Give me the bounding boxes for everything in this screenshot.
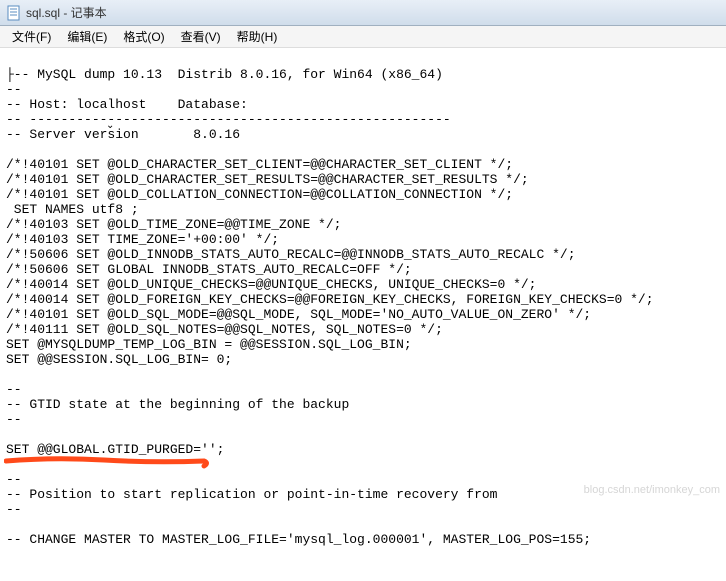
watermark-text: blog.csdn.net/imonkey_com <box>584 484 720 496</box>
notepad-icon <box>6 5 22 21</box>
line: /*!40111 SET @OLD_SQL_NOTES=@@SQL_NOTES,… <box>6 322 443 337</box>
line: -- <box>6 502 22 517</box>
line: /*!40101 SET @OLD_COLLATION_CONNECTION=@… <box>6 187 513 202</box>
menu-view[interactable]: 查看(V) <box>173 26 229 47</box>
menu-file[interactable]: 文件(F) <box>4 26 59 47</box>
line: SET @@GLOBAL.GTID_PURGED=''; <box>6 442 224 457</box>
line: -- Host: localhost Database: <box>6 97 248 112</box>
line: /*!40103 SET @OLD_TIME_ZONE=@@TIME_ZONE … <box>6 217 341 232</box>
line: /*!40101 SET @OLD_SQL_MODE=@@SQL_MODE, S… <box>6 307 591 322</box>
menu-bar: 文件(F) 编辑(E) 格式(O) 查看(V) 帮助(H) <box>0 26 726 48</box>
line: /*!50606 SET @OLD_INNODB_STATS_AUTO_RECA… <box>6 247 576 262</box>
line: /*!40101 SET @OLD_CHARACTER_SET_CLIENT=@… <box>6 157 513 172</box>
line: SET NAMES utf8 ; <box>6 202 139 217</box>
line: /*!40014 SET @OLD_UNIQUE_CHECKS=@@UNIQUE… <box>6 277 537 292</box>
line: /*!40101 SET @OLD_CHARACTER_SET_RESULTS=… <box>6 172 529 187</box>
menu-help[interactable]: 帮助(H) <box>229 26 286 47</box>
line: -- <box>6 472 22 487</box>
window-title: sql.sql - 记事本 <box>26 4 107 21</box>
line: -- -------------------------------------… <box>6 112 451 127</box>
line: /*!40103 SET TIME_ZONE='+00:00' */; <box>6 232 279 247</box>
line: -- GTID state at the beginning of the ba… <box>6 397 349 412</box>
line: -- <box>6 82 22 97</box>
text-editor-content[interactable]: ├-- MySQL dump 10.13 Distrib 8.0.16, for… <box>0 48 726 581</box>
line: -- Server version 8.0.16 <box>6 127 240 142</box>
window-titlebar: sql.sql - 记事本 <box>0 0 726 26</box>
line: -- CHANGE MASTER TO MASTER_LOG_FILE='mys… <box>6 532 591 547</box>
menu-edit[interactable]: 编辑(E) <box>59 26 115 47</box>
annotation-underline-icon <box>4 425 212 439</box>
line: -- <box>6 382 22 397</box>
line: -- <box>6 412 22 427</box>
menu-format[interactable]: 格式(O) <box>115 26 172 47</box>
line: /*!40014 SET @OLD_FOREIGN_KEY_CHECKS=@@F… <box>6 292 654 307</box>
line: SET @@SESSION.SQL_LOG_BIN= 0; <box>6 352 232 367</box>
line: /*!50606 SET GLOBAL INNODB_STATS_AUTO_RE… <box>6 262 412 277</box>
line: SET @MYSQLDUMP_TEMP_LOG_BIN = @@SESSION.… <box>6 337 412 352</box>
line: ├-- MySQL dump 10.13 Distrib 8.0.16, for… <box>6 67 443 82</box>
